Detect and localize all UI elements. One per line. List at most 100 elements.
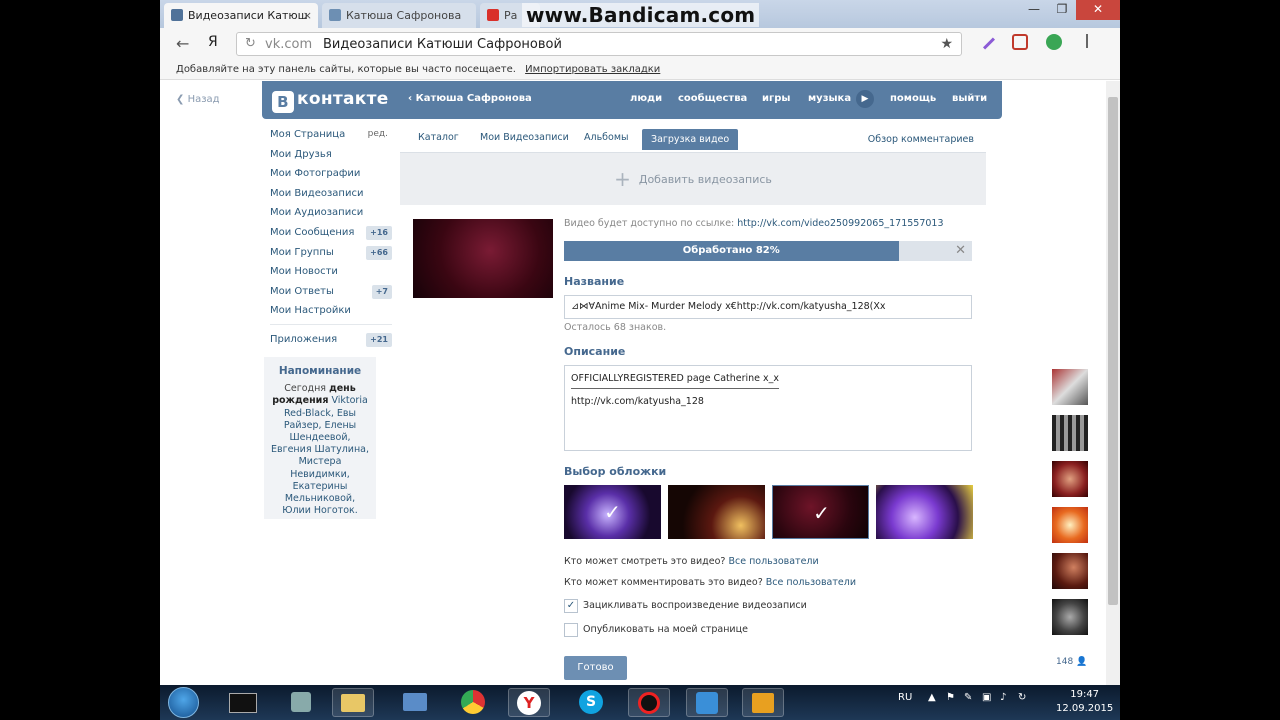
- loop-checkbox[interactable]: ✓: [564, 599, 578, 613]
- description-textarea[interactable]: OFFICIALLYREGISTERED page Catherine x_x …: [564, 365, 972, 451]
- menu-item-news[interactable]: Мои Новости: [270, 262, 392, 282]
- maximize-button[interactable]: ❐: [1048, 0, 1076, 20]
- tab-video-page[interactable]: Видеозаписи Катюш ×: [164, 3, 318, 28]
- gift-extension-icon[interactable]: [1012, 34, 1028, 50]
- nav-people[interactable]: люди: [630, 93, 662, 104]
- chrome-taskbar-icon[interactable]: [452, 688, 494, 717]
- menu-item-label: Мои Аудиозаписи: [270, 207, 364, 219]
- language-indicator[interactable]: RU: [898, 692, 912, 703]
- nav-help[interactable]: помощь: [890, 93, 936, 104]
- tab-albums[interactable]: Альбомы: [584, 132, 629, 143]
- cmd-taskbar-icon[interactable]: [222, 688, 264, 717]
- tab-label: Ра: [504, 9, 518, 22]
- cover-option-1[interactable]: ✓: [564, 485, 661, 539]
- menu-item-settings[interactable]: Мои Настройки: [270, 301, 392, 321]
- comment-privacy-value[interactable]: Все пользователи: [766, 577, 856, 588]
- edit-link[interactable]: ред.: [368, 125, 388, 144]
- check-icon: ✓: [813, 501, 830, 525]
- left-menu: Моя Страница ред. Мои Друзья Мои Фотограф…: [270, 125, 392, 350]
- translate-extension-icon[interactable]: [1046, 34, 1062, 50]
- vk-header: Вконтакте ‹ Катюша Сафронова люди сообще…: [262, 81, 1002, 119]
- pen-extension-icon[interactable]: [982, 37, 996, 50]
- cover-option-2[interactable]: [668, 485, 765, 539]
- header-user-name: Катюша Сафронова: [415, 93, 532, 104]
- tab-profile[interactable]: Катюша Сафронова: [322, 3, 476, 28]
- publish-checkbox[interactable]: [564, 623, 578, 637]
- import-bookmarks-link[interactable]: Импортировать закладки: [525, 64, 660, 75]
- reload-icon[interactable]: ↻: [245, 36, 256, 51]
- bookmark-star-icon[interactable]: ★: [940, 36, 953, 52]
- menu-item-photos[interactable]: Мои Фотографии: [270, 164, 392, 184]
- bandicam-taskbar-icon[interactable]: [628, 688, 670, 717]
- comments-overview-link[interactable]: Обзор комментариев: [868, 134, 974, 145]
- tray-expand-icon[interactable]: ▲: [928, 692, 936, 703]
- scrollbar-thumb[interactable]: [1108, 97, 1118, 605]
- cover-option-3-selected[interactable]: ✓: [772, 485, 869, 539]
- page-scrollbar[interactable]: [1106, 81, 1120, 685]
- music-play-icon[interactable]: ▶: [856, 90, 874, 108]
- sidebar-count[interactable]: 148 👤: [1056, 657, 1087, 667]
- nav-logout[interactable]: выйти: [952, 93, 987, 104]
- sidebar-avatar[interactable]: [1052, 461, 1088, 497]
- menu-item-friends[interactable]: Мои Друзья: [270, 145, 392, 165]
- explorer-taskbar-icon[interactable]: [332, 688, 374, 717]
- cover-option-4[interactable]: [876, 485, 973, 539]
- skype-taskbar-icon[interactable]: S: [570, 688, 612, 717]
- menu-item-label: Мои Видеозаписи: [270, 187, 364, 199]
- video-link-url[interactable]: http://vk.com/video250992065_171557013: [737, 218, 943, 229]
- header-user-link[interactable]: ‹ Катюша Сафронова: [408, 93, 532, 104]
- back-link[interactable]: ❮ Назад: [176, 94, 220, 105]
- network-taskbar-icon[interactable]: [280, 688, 322, 717]
- nav-music[interactable]: музыка: [808, 93, 851, 104]
- tab-label: Катюша Сафронова: [346, 9, 462, 22]
- menu-item-apps[interactable]: Приложения +21: [270, 330, 392, 350]
- address-bar[interactable]: ↻ vk.com Видеозаписи Катюши Сафроновой ★: [236, 32, 962, 56]
- cancel-upload-icon[interactable]: ✕: [955, 243, 966, 258]
- view-privacy-question: Кто может смотреть это видео?: [564, 556, 726, 567]
- yandex-browser-taskbar-icon[interactable]: Y: [508, 688, 550, 717]
- tab-catalog[interactable]: Каталог: [418, 132, 459, 143]
- sidebar-avatar[interactable]: [1052, 415, 1088, 451]
- menu-item-answers[interactable]: Мои Ответы +7: [270, 282, 392, 302]
- done-button[interactable]: Готово: [564, 656, 627, 680]
- tray-flag-icon[interactable]: ⚑: [946, 692, 955, 703]
- sidebar-count-value: 148: [1056, 657, 1074, 667]
- tray-update-icon[interactable]: ↻: [1018, 692, 1026, 703]
- sidebar-avatar[interactable]: [1052, 599, 1088, 635]
- sidebar-avatar[interactable]: [1052, 507, 1088, 543]
- back-label: Назад: [187, 94, 220, 105]
- menu-item-messages[interactable]: Мои Сообщения +16: [270, 223, 392, 243]
- menu-item-groups[interactable]: Мои Группы +66: [270, 243, 392, 263]
- tray-network-icon[interactable]: ▣: [982, 692, 991, 703]
- tray-clock[interactable]: 19:47 12.09.2015: [1056, 688, 1113, 716]
- start-button[interactable]: [168, 687, 199, 718]
- yandex-icon[interactable]: Я: [208, 34, 218, 50]
- tray-pen-icon[interactable]: ✎: [964, 692, 972, 703]
- tab-close-icon[interactable]: ×: [303, 3, 312, 28]
- menu-item-my-page[interactable]: Моя Страница ред.: [270, 125, 392, 145]
- vk-logo[interactable]: Вконтакте: [272, 89, 389, 113]
- tab-my-videos[interactable]: Мои Видеозаписи: [480, 132, 569, 143]
- media-player-taskbar-icon[interactable]: [742, 688, 784, 717]
- download-icon[interactable]: [1086, 34, 1088, 48]
- minimize-button[interactable]: —: [1020, 0, 1048, 20]
- title-label: Название: [564, 275, 625, 288]
- view-privacy-value[interactable]: Все пользователи: [728, 556, 818, 567]
- window-controls: — ❐ ✕: [1020, 0, 1120, 20]
- nav-communities[interactable]: сообщества: [678, 93, 747, 104]
- close-window-button[interactable]: ✕: [1076, 0, 1120, 20]
- reminder-names[interactable]: Viktoria Red-Black, Евы Райзер, Елены Ше…: [271, 395, 369, 516]
- app-taskbar-icon[interactable]: [686, 688, 728, 717]
- sidebar-avatar[interactable]: [1052, 369, 1088, 405]
- add-video-button[interactable]: + Добавить видеозапись: [400, 153, 986, 205]
- menu-item-videos[interactable]: Мои Видеозаписи: [270, 184, 392, 204]
- tray-speaker-icon[interactable]: ♪: [1000, 692, 1006, 703]
- plus-icon: +: [614, 167, 631, 191]
- sidebar-avatar[interactable]: [1052, 553, 1088, 589]
- monitor-taskbar-icon[interactable]: [394, 688, 436, 717]
- back-arrow-icon[interactable]: ←: [176, 34, 189, 53]
- tab-upload-video[interactable]: Загрузка видео: [642, 129, 739, 150]
- title-input[interactable]: ⊿⋈∀Anime Mix- Murder Melody x€http://vk.…: [564, 295, 972, 319]
- menu-item-audio[interactable]: Мои Аудиозаписи: [270, 203, 392, 223]
- nav-games[interactable]: игры: [762, 93, 790, 104]
